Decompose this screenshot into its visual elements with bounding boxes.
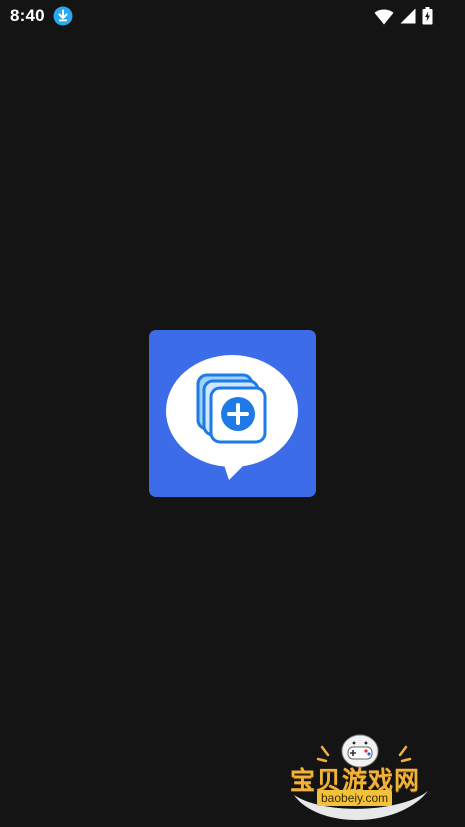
status-icons [374, 7, 433, 25]
app-logo [149, 330, 316, 497]
battery-charging-icon [422, 7, 433, 25]
watermark-logo: 宝贝游戏网 baobeiy.com [288, 733, 436, 825]
status-time: 8:40 [10, 6, 45, 25]
splash-screen: 8:40 宝贝游戏网 baobeiy.com [0, 0, 465, 827]
download-icon [53, 6, 73, 26]
cellular-signal-icon [400, 8, 416, 24]
wifi-icon [374, 9, 394, 24]
status-bar: 8:40 [0, 0, 465, 32]
chat-bubble-add-pages-icon [166, 355, 298, 480]
watermark-domain: baobeiy.com [317, 790, 393, 806]
